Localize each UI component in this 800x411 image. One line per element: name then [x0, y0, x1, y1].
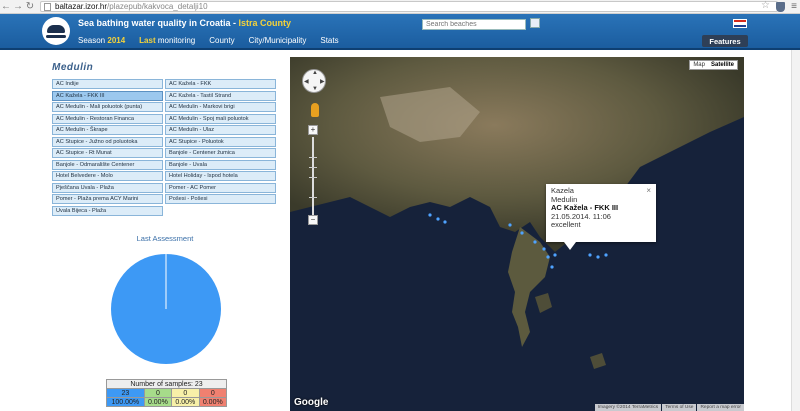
- beach-list-item[interactable]: Hotel Belvedere - Molo: [52, 171, 163, 181]
- beach-list-item[interactable]: Banjole - Centener žumica: [165, 148, 276, 158]
- beach-list-item[interactable]: AC Medulin - Markovi brigi: [165, 102, 276, 112]
- croatian-flag-icon[interactable]: [733, 19, 747, 28]
- site-header: Sea bathing water quality in Croatia - I…: [0, 14, 800, 50]
- url-host: baltazar.izor.hr: [55, 2, 108, 11]
- beach-list-item[interactable]: Pošesi - Pošesi: [165, 194, 276, 204]
- reload-icon[interactable]: ↻: [24, 1, 36, 13]
- map-type-control: Map Satellite: [689, 60, 738, 70]
- page-icon: [44, 2, 51, 11]
- site-title-main: Sea bathing water quality in Croatia -: [78, 18, 239, 28]
- pan-right-icon[interactable]: ▶: [320, 78, 325, 85]
- close-icon[interactable]: ×: [646, 186, 651, 196]
- swimmer-logo-icon[interactable]: [42, 17, 70, 45]
- count-excellent: 23: [106, 388, 145, 398]
- info-window: × Kazela Medulin AC Kažela - FKK III 21.…: [546, 184, 656, 250]
- page-scrollbar[interactable]: [791, 50, 800, 411]
- site-title: Sea bathing water quality in Croatia - I…: [78, 18, 291, 28]
- map-imagery: [290, 57, 744, 411]
- beach-list-item[interactable]: AC Medulin - Mali poluotok (punta): [52, 102, 163, 112]
- count-good: 0: [143, 388, 173, 398]
- beach-list-item[interactable]: AC Stupice - Rt Munat: [52, 148, 163, 158]
- percent-sufficient: 0.00%: [171, 397, 200, 407]
- count-sufficient: 0: [171, 388, 200, 398]
- beach-list-item[interactable]: AC Stupice - Poluotok: [165, 136, 276, 147]
- nav-season[interactable]: Season 2014: [78, 36, 125, 45]
- extension-shield-icon[interactable]: [776, 2, 785, 12]
- beach-list-item[interactable]: Banjole - Uvala: [165, 159, 276, 170]
- nav-stats[interactable]: Stats: [320, 36, 338, 45]
- search-button[interactable]: [530, 18, 540, 28]
- map-attribution: Imagery ©2014 TerraMetrics Terms of Use …: [594, 404, 744, 411]
- report-map-error-link[interactable]: Report a map error: [697, 404, 744, 411]
- zoom-tick: [309, 167, 317, 168]
- beach-list-item[interactable]: Pješčana Uvala - Plaža: [52, 182, 163, 193]
- assessment-title: Last Assessment: [136, 234, 194, 243]
- beach-list-item[interactable]: AC Stupice - Južno od poluotoka: [52, 136, 163, 147]
- map-type-map-button[interactable]: Map: [690, 61, 708, 69]
- zoom-out-button[interactable]: −: [308, 215, 318, 225]
- imagery-credit: Imagery ©2014 TerraMetrics: [594, 404, 662, 411]
- menu-icon[interactable]: ≡: [791, 1, 797, 12]
- pan-left-icon[interactable]: ◀: [304, 78, 309, 85]
- percent-good: 0.00%: [143, 397, 173, 407]
- percent-excellent: 100.00%: [106, 397, 145, 407]
- beach-list-item[interactable]: AC Kažela - Tastil Strand: [165, 90, 276, 101]
- beach-list-item[interactable]: Uvala Bijeca - Plaža: [52, 205, 163, 216]
- samples-count: Number of samples: 23: [106, 379, 227, 389]
- beach-list-item[interactable]: AC Kažela - FKK: [165, 79, 276, 89]
- address-bar[interactable]: baltazar.izor.hr/plazepub/kakvoca_detalj…: [40, 1, 778, 12]
- zoom-tick: [309, 177, 317, 178]
- beach-list-item[interactable]: Banjole - Odmaralište Centener: [52, 159, 163, 170]
- beach-list: AC Indije AC Kažela - FKK AC Kažela - FKK …: [52, 79, 276, 216]
- zoom-tick: [309, 197, 317, 198]
- beach-list-item[interactable]: Pomer - AC Pomer: [165, 182, 276, 193]
- terms-of-use-link[interactable]: Terms of Use: [662, 404, 697, 411]
- forward-icon[interactable]: →: [12, 1, 24, 13]
- browser-toolbar: ← → ↻ baltazar.izor.hr/plazepub/kakvoca_…: [0, 0, 800, 14]
- count-poor: 0: [198, 388, 228, 398]
- nav-city-municipality[interactable]: City/Municipality: [249, 36, 307, 45]
- beach-list-item[interactable]: Pomer - Plaža prema ACY Marini: [52, 194, 163, 204]
- left-panel: Medulin AC Indije AC Kažela - FKK AC Kažel…: [50, 62, 282, 407]
- zoom-in-button[interactable]: +: [308, 125, 318, 135]
- beach-list-item[interactable]: AC Indije: [52, 79, 163, 89]
- popup-quality: excellent: [551, 220, 581, 229]
- beach-list-item[interactable]: Hotel Holiday - Ispod hotela: [165, 171, 276, 181]
- pan-down-icon[interactable]: ▼: [312, 86, 318, 92]
- zoom-tick: [309, 157, 317, 158]
- beach-list-item[interactable]: AC Medulin - Spoj mali poluotok: [165, 113, 276, 124]
- search-input[interactable]: [422, 19, 526, 30]
- zoom-slider-track[interactable]: [312, 137, 314, 215]
- map-type-satellite-button[interactable]: Satellite: [707, 61, 737, 69]
- samples-table: Number of samples: 23 23 0 0 0 100.00% 0…: [106, 379, 228, 407]
- pan-up-icon[interactable]: ▲: [312, 70, 318, 76]
- beach-list-item[interactable]: AC Medulin - Škrape: [52, 125, 163, 135]
- beach-list-item[interactable]: AC Kažela - FKK III: [52, 90, 163, 101]
- beach-list-item[interactable]: AC Medulin - Restoran Financa: [52, 113, 163, 124]
- beach-list-item[interactable]: AC Medulin - Ulaz: [165, 125, 276, 135]
- street-view-pegman-icon[interactable]: [311, 103, 319, 117]
- url-path: /plazepub/kakvoca_detalji10: [107, 2, 208, 11]
- top-nav: Season 2014 Last monitoring County City/…: [78, 36, 339, 45]
- nav-county[interactable]: County: [209, 36, 234, 45]
- percent-poor: 0.00%: [198, 397, 228, 407]
- bookmark-star-icon[interactable]: ☆: [761, 0, 770, 11]
- google-logo[interactable]: Google: [294, 397, 328, 408]
- popup-tail: [564, 242, 576, 250]
- satellite-map[interactable]: Map Satellite ▲ ◀ ▶ ▼ + − × Kazela Medul…: [290, 57, 744, 411]
- features-button[interactable]: Features: [702, 35, 748, 47]
- site-title-county: Istra County: [238, 18, 292, 28]
- section-title: Medulin: [52, 62, 94, 73]
- pan-control[interactable]: ▲ ◀ ▶ ▼: [302, 69, 326, 93]
- nav-last-monitoring[interactable]: Last monitoring: [139, 36, 195, 45]
- assessment-pie-chart: [111, 254, 221, 364]
- back-icon[interactable]: ←: [0, 1, 12, 13]
